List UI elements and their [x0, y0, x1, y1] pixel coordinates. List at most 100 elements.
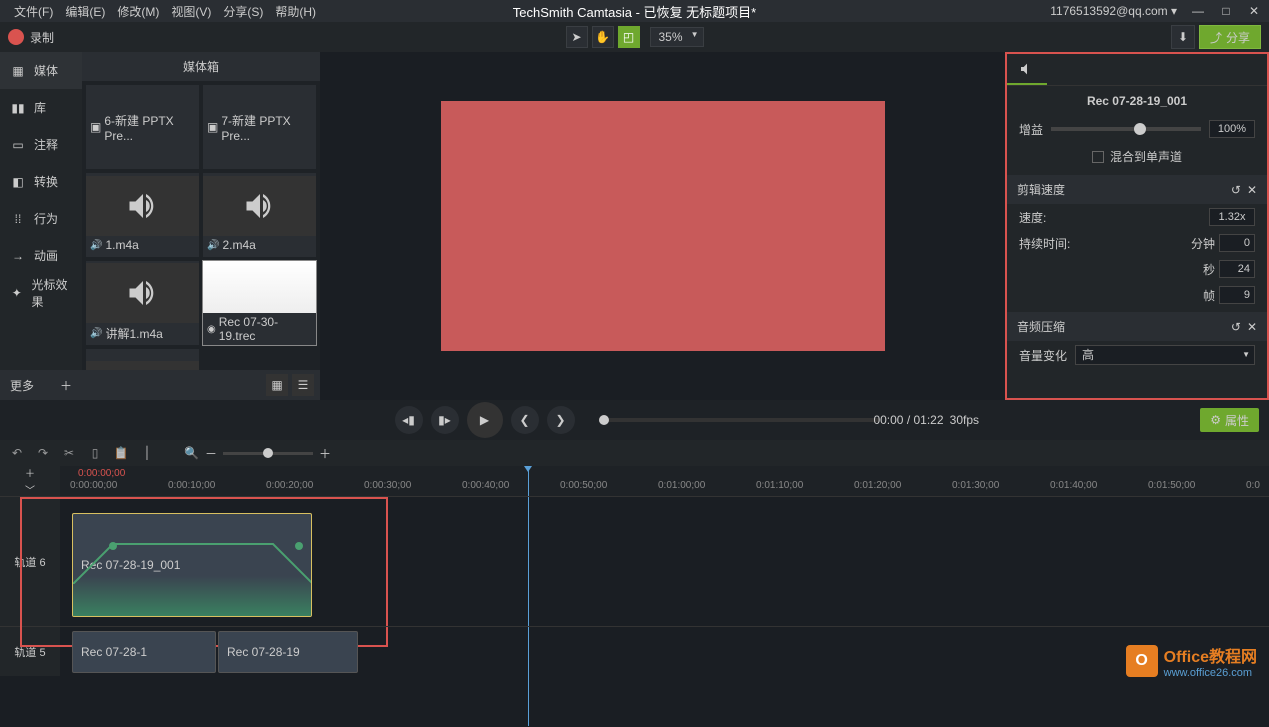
timeline-clip[interactable]: Rec 07-28-1	[72, 631, 216, 673]
play-button[interactable]: ▶	[467, 402, 503, 438]
paste-button[interactable]: 📋	[112, 444, 130, 462]
menu-modify[interactable]: 修改(M)	[111, 3, 165, 20]
audio-icon	[86, 263, 199, 323]
menu-view[interactable]: 视图(V)	[165, 3, 217, 20]
tab-library[interactable]: ▮▮库	[0, 89, 82, 126]
canvas-area	[320, 52, 1005, 400]
plus-icon: ＋	[60, 377, 72, 394]
video-thumb	[203, 261, 316, 313]
timeline-content[interactable]: Rec 07-28-19_001 Rec 07-28-1 Rec 07-28-1…	[60, 496, 1269, 676]
library-icon: ▮▮	[10, 101, 26, 115]
media-item[interactable]	[86, 349, 199, 370]
share-button[interactable]: ⤴ 分享	[1199, 25, 1261, 49]
media-item[interactable]: 🔊1.m4a	[86, 173, 199, 257]
download-button[interactable]: ⬇	[1171, 25, 1195, 49]
speed-value[interactable]: 1.32x	[1209, 208, 1255, 226]
media-item[interactable]: 🔊2.m4a	[203, 173, 316, 257]
gain-slider[interactable]	[1051, 127, 1201, 131]
copy-button[interactable]: ▯	[86, 444, 104, 462]
pptx-icon: ▣	[90, 120, 101, 134]
audio-icon	[203, 176, 316, 236]
close-button[interactable]: ✕	[1247, 4, 1261, 18]
remove-icon[interactable]: ✕	[1247, 183, 1257, 197]
media-grid: ▣6-新建 PPTX Pre... ▣7-新建 PPTX Pre... 🔊1.m…	[82, 81, 320, 370]
scrubber[interactable]	[599, 418, 879, 422]
ruler-tick: 0:01:00;00	[658, 480, 705, 491]
gear-icon: ⚙	[1210, 413, 1221, 427]
cut-button[interactable]: ✂	[60, 444, 78, 462]
track-label[interactable]: 轨道 5	[0, 626, 60, 676]
next-clip-button[interactable]: ❯	[547, 406, 575, 434]
tab-animations[interactable]: →动画	[0, 237, 82, 274]
menu-share[interactable]: 分享(S)	[217, 3, 269, 20]
record-button[interactable]: 录制	[8, 29, 54, 46]
menubar: 文件(F) 编辑(E) 修改(M) 视图(V) 分享(S) 帮助(H) Tech…	[0, 0, 1269, 22]
audio-tab[interactable]	[1007, 54, 1047, 85]
properties-button[interactable]: ⚙属性	[1200, 408, 1259, 432]
minutes-input[interactable]: 0	[1219, 234, 1255, 252]
watermark: O Office教程网 www.office26.com	[1126, 643, 1257, 679]
timeline-clip[interactable]: Rec 07-28-19_001	[72, 513, 312, 617]
grid-view-button[interactable]: ▦	[266, 374, 288, 396]
media-item[interactable]: ▣7-新建 PPTX Pre...	[203, 85, 316, 169]
timeline-toolbar: ↶ ↷ ✂ ▯ 📋 ⎮ 🔍 － ＋	[0, 440, 1269, 466]
tab-media[interactable]: ▦媒体	[0, 52, 82, 89]
tab-transitions[interactable]: ◧转换	[0, 163, 82, 200]
minimize-button[interactable]: —	[1191, 4, 1205, 18]
ruler-tick: 0:00:00;00	[70, 480, 117, 491]
timeline: ＋ ﹀ 0:00:00;00 0:00:00;000:00:10;000:00:…	[0, 466, 1269, 727]
frames-input[interactable]: 9	[1219, 286, 1255, 304]
maximize-button[interactable]: □	[1219, 4, 1233, 18]
timeline-clip[interactable]: Rec 07-28-19	[218, 631, 358, 673]
media-item[interactable]: ▣6-新建 PPTX Pre...	[86, 85, 199, 169]
account-menu[interactable]: 1176513592@qq.com ▾	[1050, 4, 1177, 18]
step-back-button[interactable]: ▮▸	[431, 406, 459, 434]
zoom-in-button[interactable]: ＋	[319, 445, 331, 462]
menu-file[interactable]: 文件(F)	[8, 3, 59, 20]
audio-icon	[86, 176, 199, 236]
split-button[interactable]: ⎮	[138, 444, 156, 462]
track-label[interactable]: 轨道 6	[0, 496, 60, 626]
menu-edit[interactable]: 编辑(E)	[59, 3, 111, 20]
list-view-button[interactable]: ☰	[292, 374, 314, 396]
undo-button[interactable]: ↶	[8, 444, 26, 462]
add-track-button[interactable]: ＋	[25, 466, 35, 480]
volume-select[interactable]: 高	[1075, 345, 1255, 365]
remove-icon[interactable]: ✕	[1247, 320, 1257, 334]
media-item[interactable]: 🔊讲解1.m4a	[86, 261, 199, 345]
seconds-input[interactable]: 24	[1219, 260, 1255, 278]
tab-behaviors[interactable]: ⁞⁞行为	[0, 200, 82, 237]
tab-cursor[interactable]: ✦光标效果	[0, 274, 82, 311]
collapse-button[interactable]: ﹀	[25, 482, 35, 497]
menu-help[interactable]: 帮助(H)	[269, 3, 322, 20]
ruler-tick: 0:00:40;00	[462, 480, 509, 491]
media-item[interactable]: ◉Rec 07-30-19.trec	[203, 261, 316, 345]
pointer-tool[interactable]: ➤	[565, 26, 587, 48]
canvas-stage[interactable]	[320, 52, 1005, 400]
zoom-slider[interactable]	[223, 452, 313, 455]
mono-checkbox[interactable]: 混合到单声道	[1007, 142, 1267, 171]
crop-tool[interactable]: ◰	[617, 26, 639, 48]
record-icon	[8, 29, 24, 45]
speed-label: 速度:	[1019, 209, 1046, 226]
tab-annotations[interactable]: ▭注释	[0, 126, 82, 163]
volume-label: 音量变化	[1019, 347, 1067, 364]
ruler-tick: 0:01:20;00	[854, 480, 901, 491]
record-label: 录制	[30, 29, 54, 46]
ruler[interactable]: 0:00:00;00 0:00:00;000:00:10;000:00:20;0…	[60, 466, 1269, 496]
reset-icon[interactable]: ↺	[1231, 320, 1241, 334]
audio-icon	[86, 361, 199, 370]
toolbar: 录制 ➤ ✋ ◰ 35% ⬇ ⤴ 分享	[0, 22, 1269, 52]
time-display: 00:00 / 01:22 30fps	[873, 413, 979, 427]
prev-clip-button[interactable]: ❮	[511, 406, 539, 434]
prev-frame-button[interactable]: ◂▮	[395, 406, 423, 434]
window-title: TechSmith Camtasia - 已恢复 无标题项目*	[513, 2, 756, 21]
tab-more[interactable]: 更多＋	[0, 370, 82, 400]
ruler-tick: 0:0	[1246, 480, 1260, 491]
zoom-select[interactable]: 35%	[649, 27, 703, 47]
zoom-out-button[interactable]: －	[205, 445, 217, 462]
gain-value[interactable]: 100%	[1209, 120, 1255, 138]
redo-button[interactable]: ↷	[34, 444, 52, 462]
reset-icon[interactable]: ↺	[1231, 183, 1241, 197]
hand-tool[interactable]: ✋	[591, 26, 613, 48]
